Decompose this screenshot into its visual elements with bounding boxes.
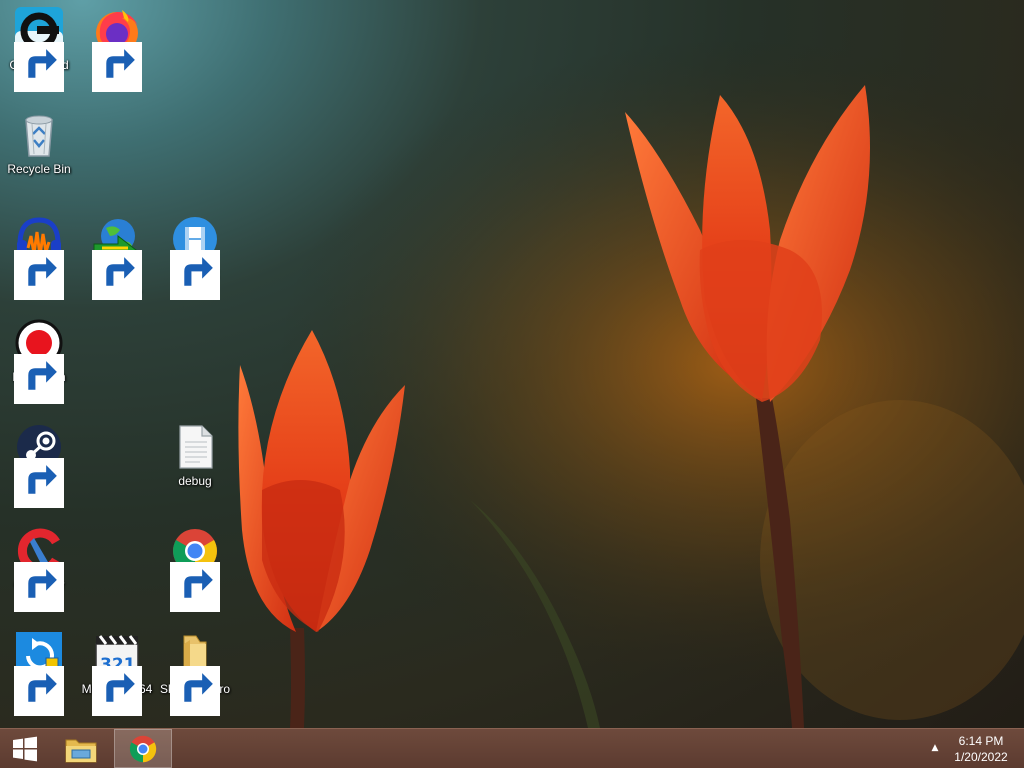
shortcut-arrow-icon	[14, 42, 64, 92]
shortcut-arrow-icon	[92, 250, 142, 300]
chrome-icon	[129, 735, 157, 762]
shortcut-arrow-icon	[170, 666, 220, 716]
shortcut-arrow-icon	[92, 666, 142, 716]
taskbar-chrome-button[interactable]	[114, 729, 172, 768]
shortcut-arrow-icon	[14, 562, 64, 612]
start-button[interactable]	[0, 729, 50, 768]
desktop-icon-bandicut[interactable]: Bandicut	[156, 210, 234, 300]
shortcut-arrow-icon	[92, 42, 142, 92]
taskbar-file-explorer-button[interactable]	[56, 729, 106, 768]
clock-date: 1/20/2022	[954, 750, 1008, 764]
desktop-icon-label: debug	[178, 474, 212, 488]
desktop-icon-audacity[interactable]: Audacity	[0, 210, 78, 300]
desktop-icon-google-chrome[interactable]: Google Chrome	[156, 522, 234, 612]
desktop[interactable]: GameLoad Firefox Recycle Bin	[0, 0, 1024, 728]
desktop-icon-steam[interactable]: Steam	[0, 418, 78, 508]
clock-time: 6:14 PM	[958, 734, 1004, 748]
desktop-icon-bandicam[interactable]: Bandicam	[0, 314, 78, 404]
desktop-icon-aomei[interactable]: AOMEI OneKe...	[0, 626, 78, 716]
shortcut-arrow-icon	[14, 666, 64, 716]
shortcut-arrow-icon	[14, 354, 64, 404]
taskbar: ▲ 6:14 PM 1/20/2022	[0, 728, 1024, 768]
desktop-icon-internet-download-manager[interactable]: Internet Downlo...	[78, 210, 156, 300]
shortcut-arrow-icon	[170, 250, 220, 300]
desktop-icon-gameload[interactable]: GameLoad	[0, 2, 78, 92]
desktop-icon-debug[interactable]: debug	[156, 418, 234, 489]
windows-logo-icon	[13, 736, 37, 761]
desktop-icon-ccleaner[interactable]: CCleaner	[0, 522, 78, 612]
shortcut-arrow-icon	[14, 458, 64, 508]
desktop-icon-firefox[interactable]: Firefox	[78, 2, 156, 92]
desktop-icon-mpc-hc[interactable]: 321 MPC-HC x64	[78, 626, 156, 716]
desktop-icon-recycle-bin[interactable]: Recycle Bin	[0, 106, 78, 177]
file-explorer-icon	[65, 739, 97, 762]
show-hidden-icons-button[interactable]: ▲	[928, 741, 942, 755]
shortcut-arrow-icon	[170, 562, 220, 612]
clock[interactable]: 6:14 PM 1/20/2022	[944, 733, 1018, 765]
text-file-icon	[179, 425, 213, 469]
desktop-icon-skydrive-pro[interactable]: SkyDrive Pro 2018	[156, 626, 234, 716]
wallpaper-image	[0, 0, 1024, 728]
desktop-icon-label: Recycle Bin	[7, 162, 71, 176]
shortcut-arrow-icon	[14, 250, 64, 300]
recycle-bin-icon	[25, 115, 53, 157]
